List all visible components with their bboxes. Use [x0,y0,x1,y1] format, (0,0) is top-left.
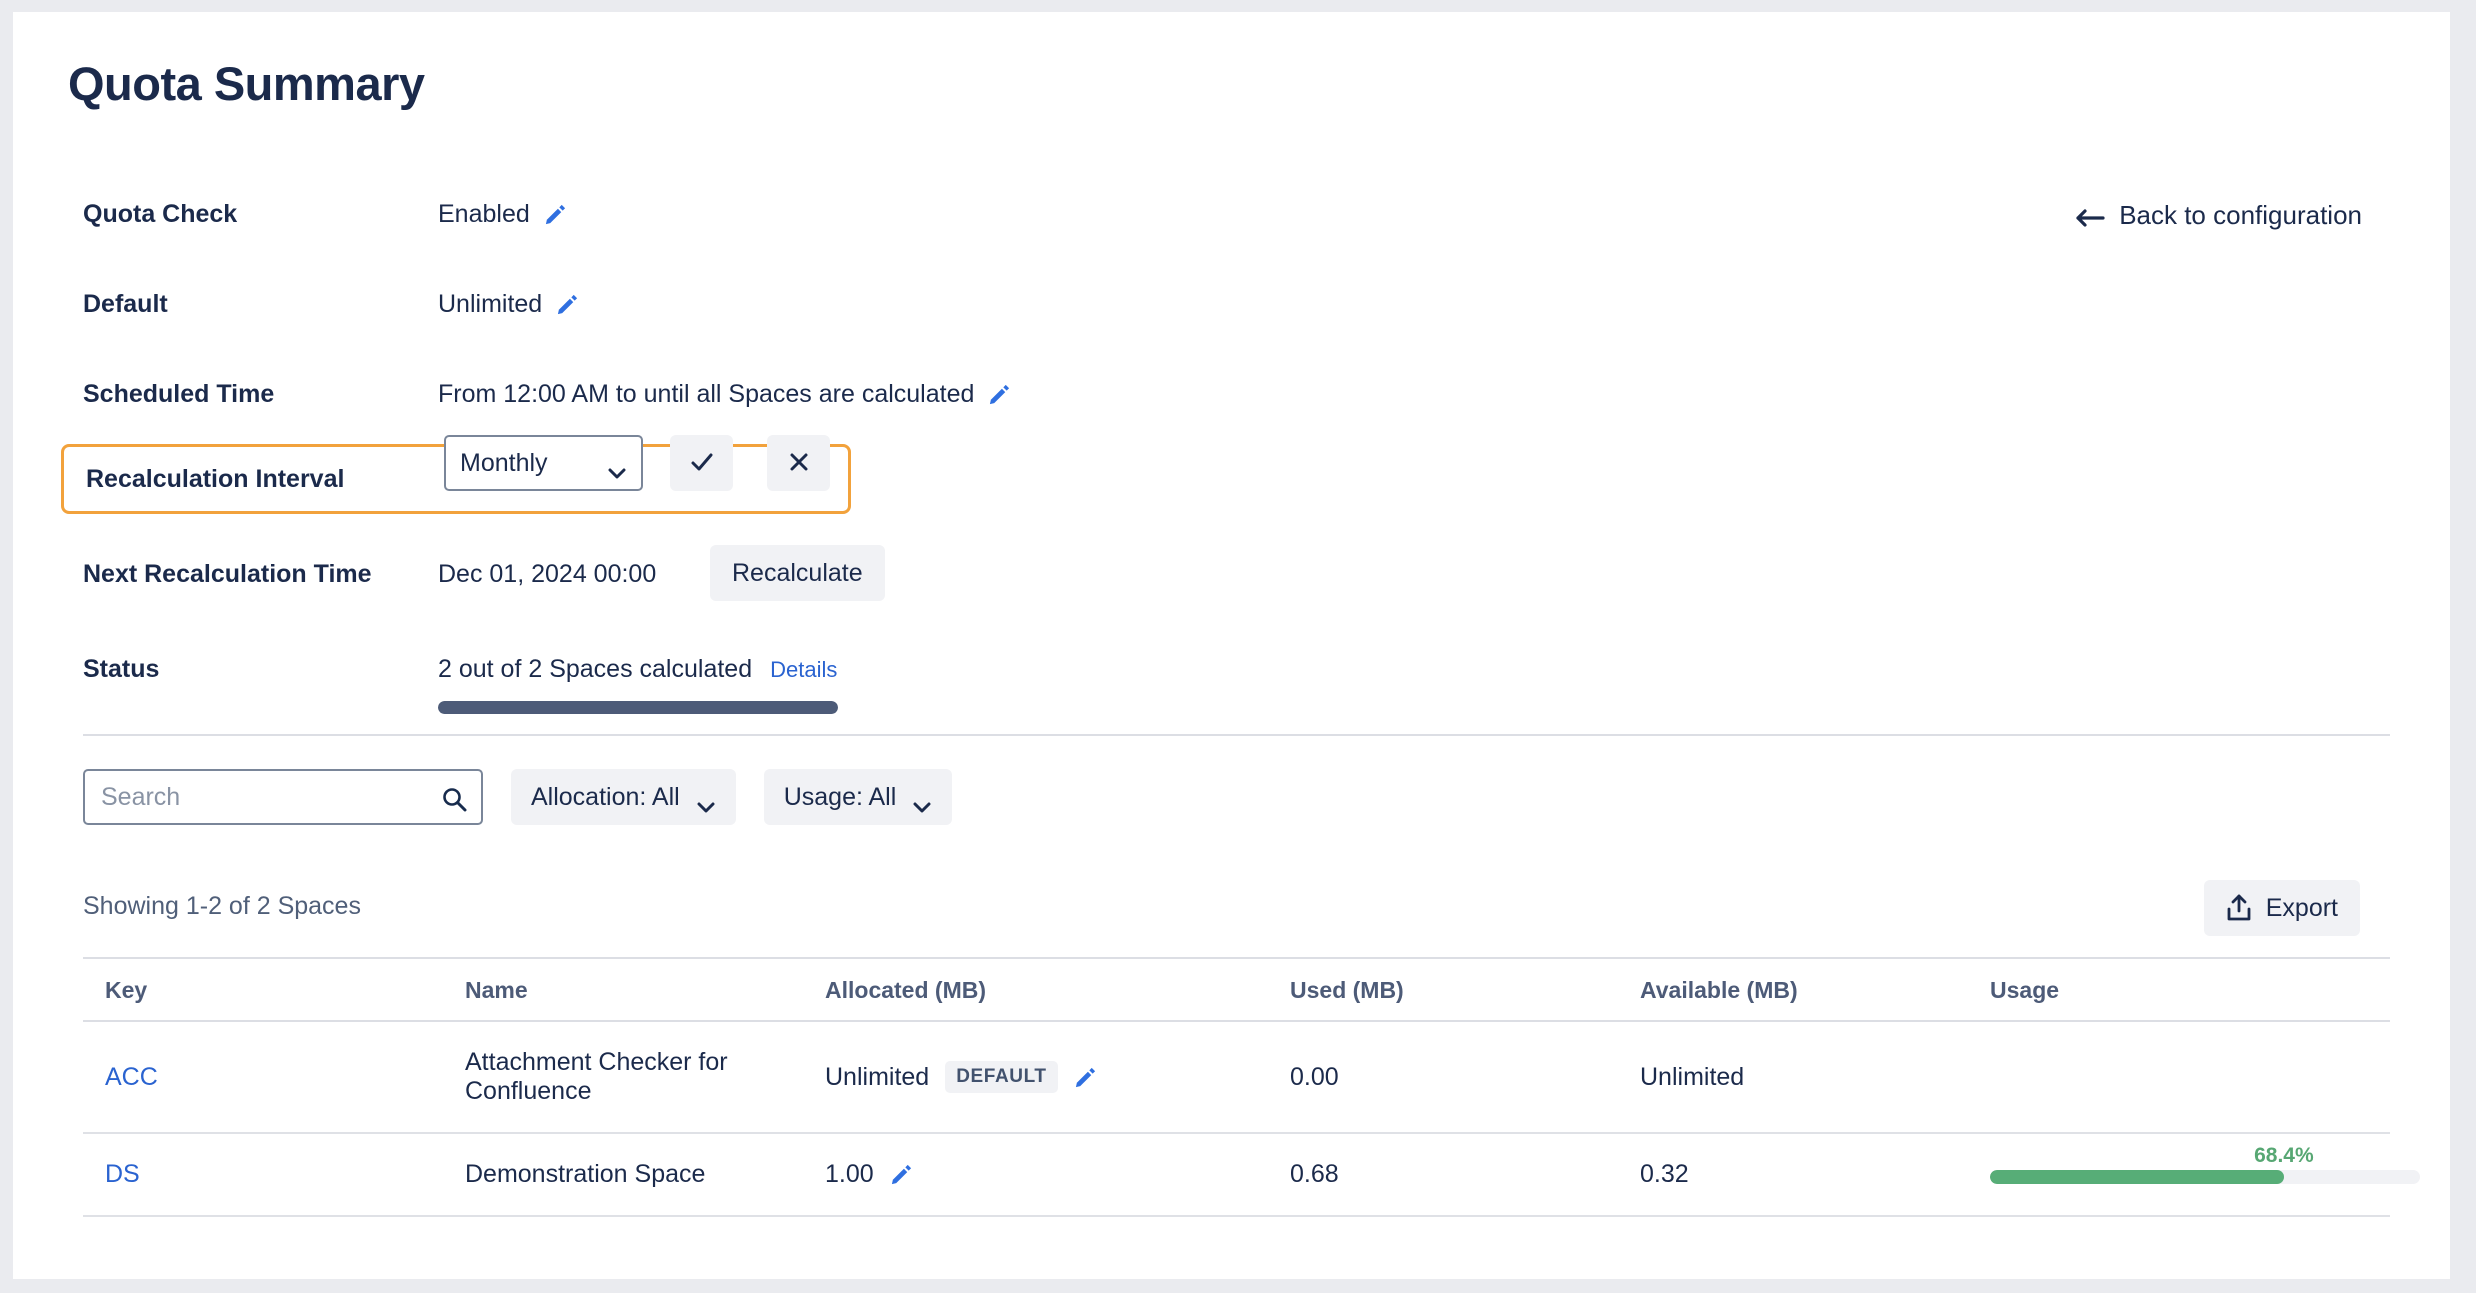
used-cell: 0.68 [1290,1133,1640,1217]
table-row: DS Demonstration Space 1.00 0.68 0.32 68… [83,1133,2420,1217]
section-divider [83,734,2390,736]
recalculation-interval-selected-value: Monthly [460,448,548,477]
space-name-cell: Demonstration Space [465,1133,825,1217]
recalculation-interval-edit-row: Recalculation Interval Monthly [61,435,851,514]
column-header-available: Available (MB) [1640,957,1990,1022]
field-quota-check: Quota Check Enabled [13,182,2450,272]
scheduled-time-label: Scheduled Time [83,380,275,408]
allocated-cell: 1.00 [825,1133,1290,1217]
allocated-value: Unlimited [825,1062,930,1091]
column-header-name: Name [465,957,825,1022]
spaces-table: Key Name Allocated (MB) Used (MB) Availa… [83,957,2420,1217]
search-input[interactable] [85,771,481,823]
check-icon [688,448,716,479]
allocated-cell: Unlimited DEFAULT [825,1021,1290,1134]
table-header-row: Key Name Allocated (MB) Used (MB) Availa… [83,957,2390,1022]
edit-pencil-icon[interactable] [988,383,1011,406]
quota-check-value-group: Enabled [438,200,567,229]
table-head: Key Name Allocated (MB) Used (MB) Availa… [83,957,2390,1022]
recalculation-interval-label: Recalculation Interval [86,465,345,493]
status-details-link[interactable]: Details [770,657,837,683]
field-default: Default Unlimited [13,272,2450,362]
status-progress-fill [438,701,838,714]
field-next-recalculation-time: Next Recalculation Time Dec 01, 2024 00:… [13,542,2450,632]
next-recalculation-value: Dec 01, 2024 00:00 [438,560,657,588]
allocation-filter-label: Allocation: All [531,782,680,811]
edit-pencil-icon[interactable] [1074,1066,1097,1089]
cancel-interval-button[interactable] [767,435,830,491]
summary-fields: Quota Check Enabled Default Unlimited Sc… [13,182,2450,452]
allocated-value: 1.00 [825,1160,874,1188]
field-status: Status 2 out of 2 Spaces calculated Deta… [13,637,2450,747]
available-cell: Unlimited [1640,1021,1990,1134]
column-header-used: Used (MB) [1290,957,1640,1022]
status-progress-bar [438,701,838,714]
status-value: 2 out of 2 Spaces calculated [438,655,753,683]
default-badge: DEFAULT [945,1061,1058,1093]
edit-pencil-icon[interactable] [890,1163,913,1186]
status-label: Status [83,655,160,683]
edit-pencil-icon[interactable] [544,203,567,226]
search-icon[interactable] [441,786,467,812]
used-cell: 0.00 [1290,1021,1640,1134]
scheduled-time-value-group: From 12:00 AM to until all Spaces are ca… [438,380,1011,409]
export-label: Export [2265,893,2338,922]
edit-pencil-icon[interactable] [556,293,579,316]
quota-check-label: Quota Check [83,200,238,228]
column-header-key: Key [83,957,465,1022]
recalculation-interval-select[interactable]: Monthly [444,435,643,491]
column-header-usage: Usage [1990,957,2390,1022]
chevron-down-icon [912,791,932,813]
confirm-interval-button[interactable] [670,435,733,491]
allocation-filter-button[interactable]: Allocation: All [511,769,736,825]
usage-percent-label: 68.4% [2254,1143,2314,1167]
usage-progress-fill [1990,1169,2285,1184]
available-cell: 0.32 [1640,1133,1990,1217]
search-box[interactable] [83,769,483,825]
usage-progress-bar [1990,1169,2420,1184]
table-row: ACC Attachment Checker for Confluence Un… [83,1021,2390,1134]
page-title: Quota Summary [68,57,425,110]
scheduled-time-value: From 12:00 AM to until all Spaces are ca… [438,380,975,408]
next-recalculation-label: Next Recalculation Time [83,560,372,588]
export-icon [2226,894,2252,922]
showing-count-label: Showing 1-2 of 2 Spaces [83,892,361,920]
usage-filter-button[interactable]: Usage: All [763,769,953,825]
quota-check-value: Enabled [438,200,530,228]
status-value-group: 2 out of 2 Spaces calculated Details [438,655,837,684]
space-key-link[interactable]: ACC [105,1063,158,1091]
space-name-cell: Attachment Checker for Confluence [465,1021,825,1134]
close-icon [785,448,813,479]
field-scheduled-time: Scheduled Time From 12:00 AM to until al… [13,362,2450,452]
recalculate-button[interactable]: Recalculate [710,545,885,601]
quota-summary-card: Quota Summary Back to configuration Quot… [13,12,2450,1279]
space-key-link[interactable]: DS [105,1160,140,1188]
filter-bar: Allocation: All Usage: All [83,769,953,825]
table-body: ACC Attachment Checker for Confluence Un… [83,1021,2420,1217]
column-header-allocated: Allocated (MB) [825,957,1290,1022]
default-value-group: Unlimited [438,290,579,319]
usage-meter: 68.4% [1990,1144,2420,1184]
usage-cell [1990,1021,2390,1134]
usage-cell: 68.4% [1990,1133,2420,1217]
export-button[interactable]: Export [2203,880,2360,936]
default-label: Default [83,290,168,318]
default-value: Unlimited [438,290,543,318]
usage-filter-label: Usage: All [783,782,897,811]
chevron-down-icon [607,457,627,479]
chevron-down-icon [696,791,716,813]
